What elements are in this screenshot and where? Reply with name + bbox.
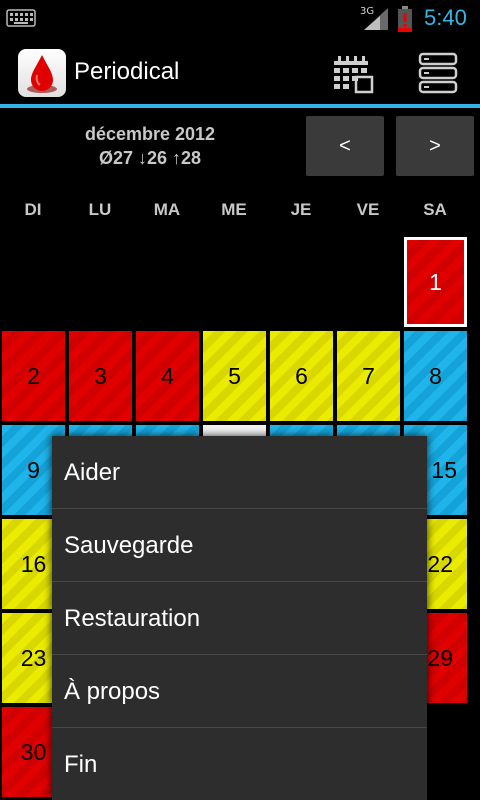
battery-low-icon [398,6,412,32]
cycle-stats: Ø27 ↓26 ↑28 [98,148,202,168]
blood-drop-icon [27,55,57,93]
keyboard-icon [6,9,36,27]
day-cell[interactable]: 6 [270,331,333,421]
day-cell[interactable]: 5 [203,331,266,421]
status-bar: 3G 5:40 [0,0,480,38]
previous-month-button[interactable]: < [306,116,384,176]
weekday-saturday: SA [423,200,447,219]
day-cell[interactable]: 3 [69,331,132,421]
weekday-tuesday: MA [153,200,181,219]
action-bar: Periodical [0,38,480,106]
signal-icon [364,8,388,30]
clock: 5:40 [424,5,467,30]
menu-item-help[interactable]: Aider [52,436,427,509]
menu-item-exit[interactable]: Fin [52,728,427,800]
weekday-monday: LU [88,200,112,219]
day-cell[interactable]: 7 [337,331,400,421]
weekday-friday: VE [356,200,380,219]
overflow-menu-icon[interactable] [418,52,458,94]
next-month-button[interactable]: > [396,116,474,176]
day-cell[interactable]: 1 [404,237,467,327]
menu-item-backup[interactable]: Sauvegarde [52,509,427,582]
day-cell[interactable]: 8 [404,331,467,421]
overflow-menu: Aider Sauvegarde Restauration À propos F… [52,436,427,800]
menu-item-restore[interactable]: Restauration [52,582,427,655]
month-title: décembre 2012 [84,124,216,144]
action-bar-divider [0,104,480,108]
weekday-thursday: JE [290,200,312,219]
weekday-wednesday: ME [221,200,247,219]
weekday-sunday: DI [24,200,42,219]
day-cell[interactable]: 2 [2,331,65,421]
menu-item-about[interactable]: À propos [52,655,427,728]
app-title: Periodical [74,58,180,85]
app-logo[interactable] [18,49,66,97]
day-cell[interactable]: 4 [136,331,199,421]
calendar-icon[interactable] [334,56,374,94]
